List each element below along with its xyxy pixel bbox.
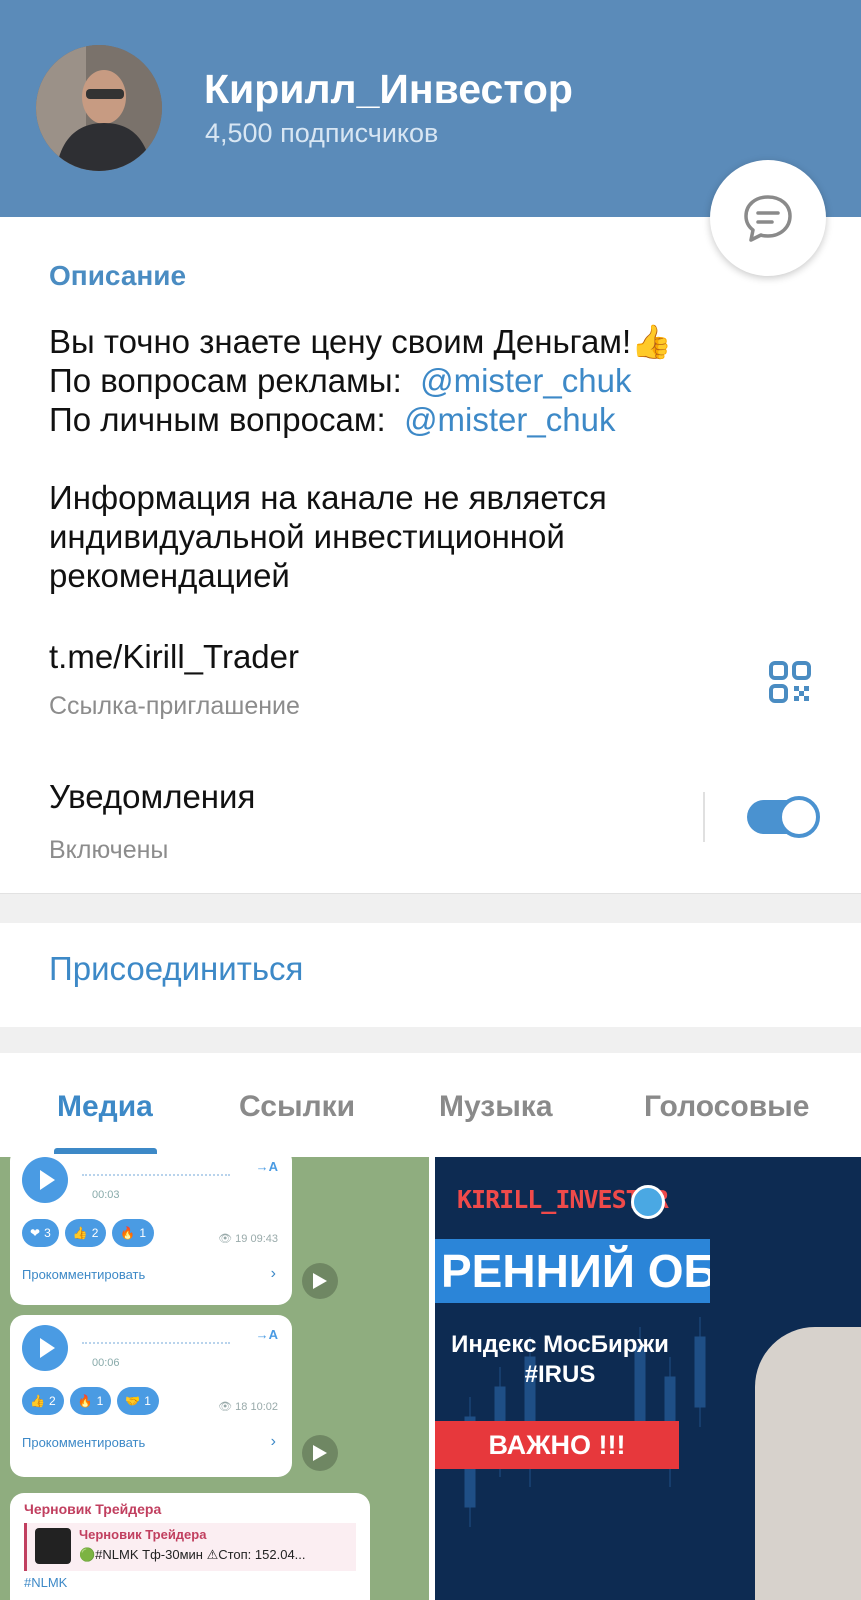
- comment-link: Прокомментировать: [22, 1267, 146, 1282]
- notifications-label[interactable]: Уведомления: [49, 778, 255, 816]
- qr-code-button[interactable]: [768, 660, 812, 709]
- description-line: По вопросам рекламы: @mister_chuk: [49, 361, 789, 400]
- notifications-toggle[interactable]: [747, 796, 820, 838]
- media-thumbnail[interactable]: 00:03 →A ❤ 3 👍 2 🔥 1 👁 19 09:43 Прокомменти…: [0, 1157, 429, 1600]
- reaction-chip: 👍 2: [64, 1219, 107, 1247]
- message-views: 👁 19 09:43: [218, 1233, 278, 1245]
- voice-duration: 00:06: [92, 1357, 120, 1369]
- reaction-emoji: 👍: [72, 1226, 88, 1240]
- forwarded-message: Черновик Трейдера Черновик Трейдера 🟢#NL…: [10, 1493, 370, 1600]
- description-line: индивидуальной инвестиционной: [49, 518, 565, 555]
- person-image: [755, 1327, 861, 1600]
- chevron-right-icon: ›: [270, 1265, 276, 1282]
- voice-duration: 00:03: [92, 1189, 120, 1201]
- video-hashtag: #IRUS: [524, 1361, 596, 1388]
- qr-code-icon: [769, 661, 811, 703]
- reaction-chip: 🔥 1: [69, 1387, 112, 1415]
- message-views: 👁 18 10:02: [218, 1401, 278, 1413]
- invite-link-label: Ссылка-приглашение: [49, 692, 300, 720]
- ad-contact-link[interactable]: @mister_chuk: [420, 362, 631, 399]
- description-line: рекомендацией: [49, 557, 290, 594]
- description-line: Информация на канале не является: [49, 479, 607, 516]
- reaction-chip: 🔥 1: [112, 1219, 155, 1247]
- quote-text: 🟢#NLMK Тф-30мин ⚠Стоп: 152.04...: [79, 1547, 306, 1562]
- voice-message: 00:03 →A ❤ 3 👍 2 🔥 1 👁 19 09:43 Прокомменти…: [10, 1157, 292, 1305]
- reaction-count: 1: [144, 1394, 151, 1408]
- reply-quote: Черновик Трейдера 🟢#NLMK Тф-30мин ⚠Стоп:…: [24, 1523, 356, 1571]
- play-icon: [22, 1325, 68, 1371]
- description-line: Вы точно знаете цену своим Деньгам!👍: [49, 323, 673, 360]
- discussion-button[interactable]: [710, 160, 826, 276]
- translate-icon: →A: [255, 1159, 278, 1174]
- translate-icon: →A: [255, 1327, 278, 1342]
- chevron-right-icon: ›: [270, 1433, 276, 1450]
- forward-author: Черновик Трейдера: [24, 1501, 162, 1517]
- tab-music[interactable]: Музыка: [439, 1090, 553, 1124]
- channel-description: Вы точно знаете цену своим Деньгам!👍 По …: [49, 322, 789, 595]
- media-grid: 00:03 →A ❤ 3 👍 2 🔥 1 👁 19 09:43 Прокомменти…: [0, 1157, 861, 1600]
- media-thumbnail[interactable]: KIRILL_INVESTOR РЕННИЙ ОБЗОР Индекс МосБ…: [435, 1157, 861, 1600]
- channel-title: Кирилл_Инвестор: [204, 66, 573, 112]
- waveform: [82, 1174, 230, 1180]
- description-text: По личным вопросам:: [49, 401, 405, 438]
- waveform: [82, 1342, 230, 1348]
- reaction-emoji: ❤: [30, 1226, 41, 1240]
- reaction-count: 2: [91, 1226, 99, 1240]
- video-title: РЕННИЙ ОБЗОР: [435, 1239, 710, 1303]
- tab-links[interactable]: Ссылки: [239, 1090, 355, 1124]
- telegram-icon: [631, 1185, 665, 1219]
- channel-avatar[interactable]: [36, 45, 162, 171]
- share-icon: [302, 1263, 338, 1299]
- notifications-state: Включены: [49, 836, 169, 864]
- video-subtitle: Индекс МосБиржи: [451, 1331, 669, 1358]
- reaction-emoji: 🔥: [120, 1226, 136, 1240]
- reactions: ❤ 3 👍 2 🔥 1: [22, 1219, 155, 1247]
- tab-voice[interactable]: Голосовые: [644, 1090, 809, 1124]
- active-tab-indicator: [54, 1148, 157, 1154]
- description-line: По личным вопросам: @mister_chuk: [49, 400, 789, 439]
- reaction-count: 3: [44, 1226, 51, 1240]
- chat-bubble-icon: [744, 195, 792, 242]
- hashtag: #NLMK: [24, 1575, 68, 1590]
- share-icon: [302, 1435, 338, 1471]
- shared-media-tabs: Медиа Ссылки Музыка Голосовые: [0, 1053, 861, 1154]
- subscriber-count: 4,500 подписчиков: [205, 118, 439, 148]
- quote-author: Черновик Трейдера: [79, 1527, 207, 1542]
- toggle-knob: [778, 796, 820, 838]
- quote-thumbnail: [35, 1528, 71, 1564]
- description-text: По вопросам рекламы:: [49, 362, 421, 399]
- reaction-chip: 👍 2: [22, 1387, 64, 1415]
- reactions: 👍 2 🔥 1 🤝 1: [22, 1387, 159, 1415]
- play-icon: [22, 1157, 68, 1203]
- reaction-emoji: 🔥: [77, 1394, 93, 1408]
- description-label: Описание: [49, 260, 187, 291]
- personal-contact-link[interactable]: @mister_chuk: [404, 401, 615, 438]
- join-button[interactable]: Присоединиться: [49, 950, 303, 988]
- avatar-photo: [36, 45, 162, 171]
- reaction-chip: ❤ 3: [22, 1219, 59, 1247]
- reaction-count: 1: [96, 1394, 104, 1408]
- voice-message: 00:06 →A 👍 2 🔥 1 🤝 1 👁 18 10:02 Прокомменти…: [10, 1315, 292, 1477]
- reaction-emoji: 🤝: [125, 1394, 141, 1408]
- reaction-count: 1: [139, 1226, 147, 1240]
- comment-link: Прокомментировать: [22, 1435, 146, 1450]
- warning-banner: ВАЖНО !!!: [435, 1421, 679, 1469]
- section-divider: [0, 1027, 861, 1053]
- tab-media[interactable]: Медиа: [57, 1090, 153, 1124]
- section-divider: [0, 893, 861, 923]
- divider: [703, 792, 705, 842]
- reaction-chip: 🤝 1: [117, 1387, 159, 1415]
- reaction-emoji: 👍: [30, 1394, 45, 1408]
- reaction-count: 2: [48, 1394, 56, 1408]
- invite-link[interactable]: t.me/Kirill_Trader: [49, 638, 299, 676]
